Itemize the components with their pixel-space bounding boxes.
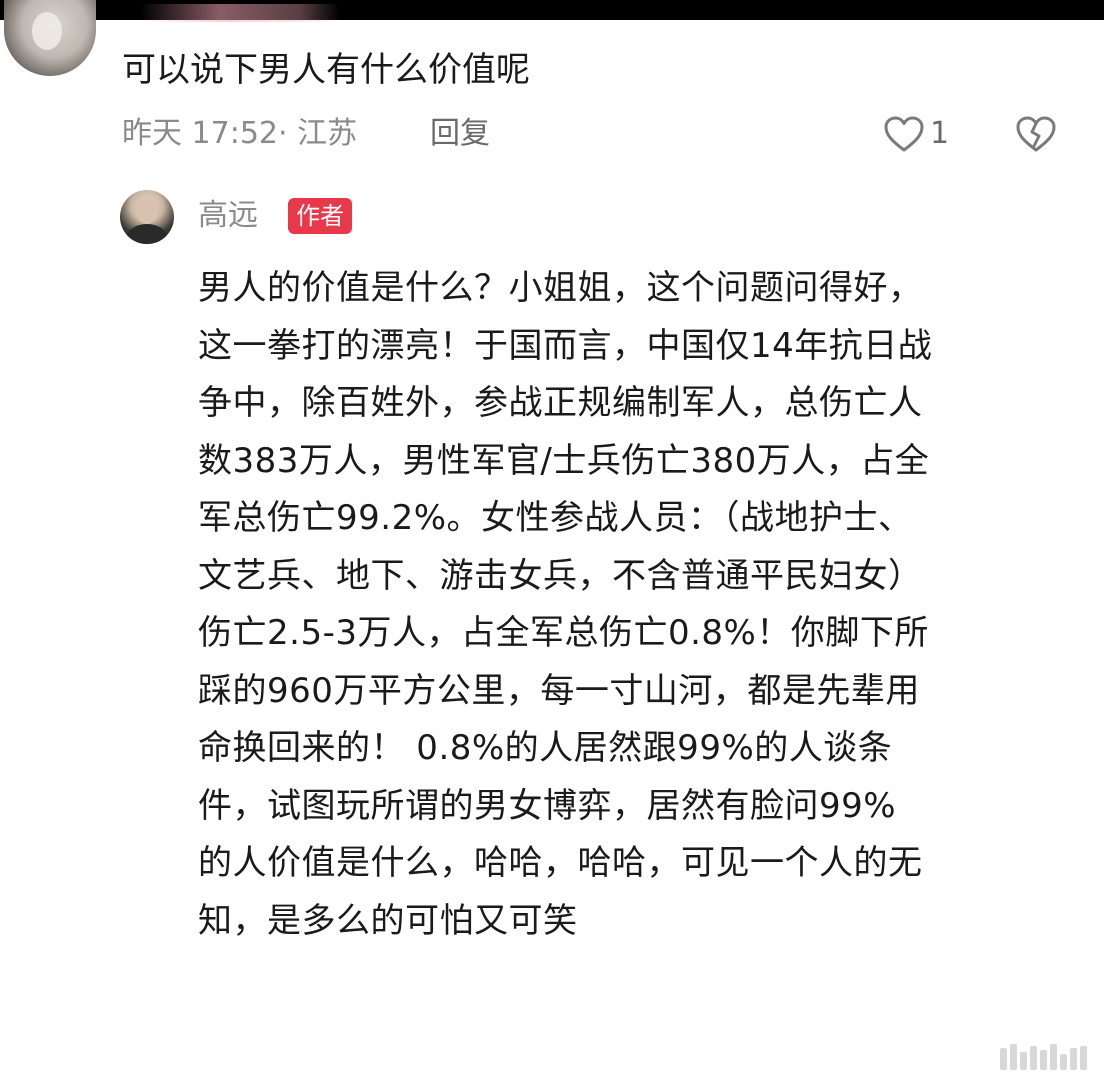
commenter-avatar[interactable] (4, 0, 96, 76)
reply-line: 知，是多么的可怕又可笑 (198, 900, 578, 941)
author-name[interactable]: 高远 (198, 196, 258, 236)
broken-heart-icon[interactable] (1014, 114, 1058, 154)
reply-button[interactable]: 回复 (430, 114, 490, 154)
comment-text: 可以说下男人有什么价值呢 (122, 50, 530, 90)
reply-line: 男人的价值是什么？小姐姐，这个问题问得好， (198, 268, 923, 308)
avatar-figure (32, 12, 62, 50)
author-badge: 作者 (288, 198, 352, 234)
reply-line: 这一拳打的漂亮！于国而言，中国仅14年抗日战 (198, 325, 933, 366)
author-avatar[interactable] (120, 190, 174, 244)
like-count: 1 (930, 116, 950, 151)
reply-line: 踩的960万平方公里，每一寸山河，都是先辈用 (198, 670, 920, 711)
reply-line: 数383万人，男性军官/士兵伤亡380万人，占全 (198, 440, 930, 481)
reply-line: 的人价值是什么，哈哈，哈哈，可见一个人的无 (198, 843, 923, 883)
comment-meta: 昨天 17:52· 江苏 (122, 116, 358, 151)
like-button[interactable]: 1 (882, 112, 949, 156)
reply-line: 争中，除百姓外，参战正规编制军人，总伤亡人 (198, 383, 923, 423)
reply-body: 男人的价值是什么？小姐姐，这个问题问得好， 这一拳打的漂亮！于国而言，中国仅14… (198, 260, 1078, 950)
reply-line: 件，试图玩所谓的男女博弈，居然有脸问99% (198, 785, 897, 826)
reply-line: 命换回来的！ 0.8%的人居然跟99%的人谈条 (198, 728, 893, 768)
avatar-body (126, 224, 168, 244)
reply-line: 伤亡2.5-3万人，占全军总伤亡0.8%！你脚下所 (198, 613, 929, 653)
avatar-face (136, 198, 158, 224)
blurred-username (140, 4, 340, 22)
watermark-logo (1000, 1040, 1096, 1070)
reply-line: 军总伤亡99.2%。女性参战人员：（战地护士、 (198, 498, 913, 538)
reply-line: 文艺兵、地下、游击女兵，不含普通平民妇女） (198, 555, 923, 596)
heart-outline-icon (884, 116, 924, 152)
